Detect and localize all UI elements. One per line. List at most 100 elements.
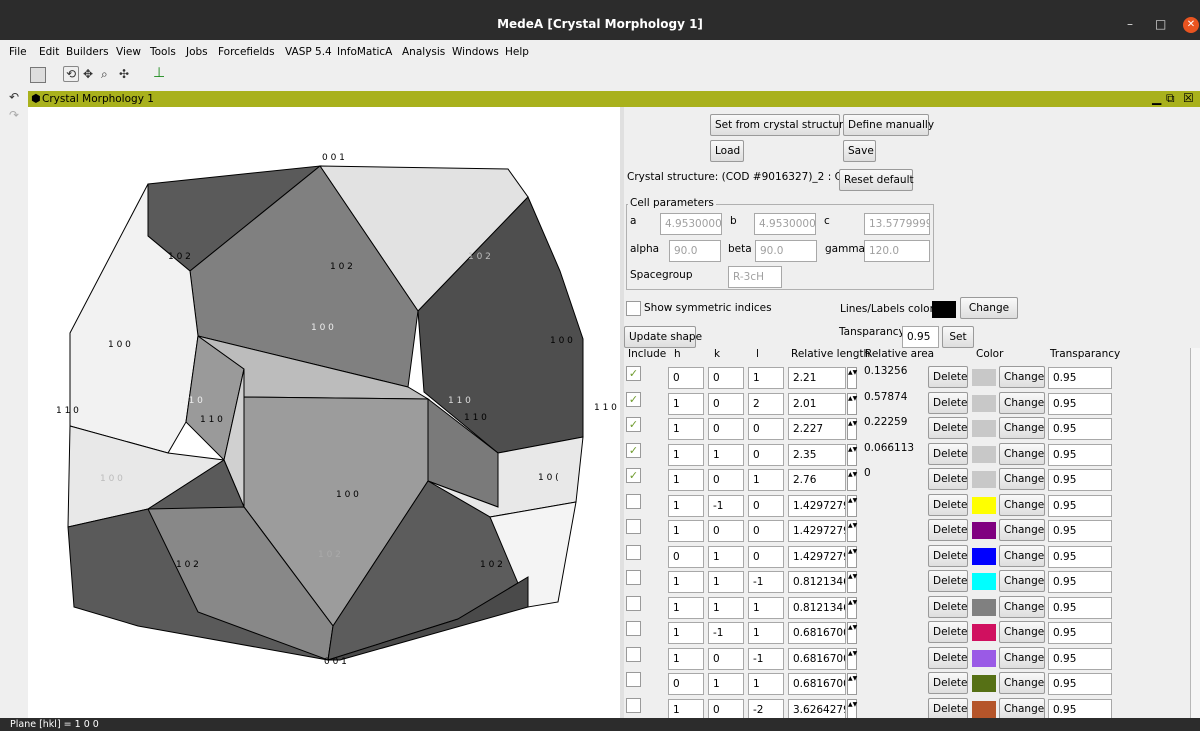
menu-edit[interactable]: Edit (39, 46, 59, 58)
l-field[interactable]: 0 (748, 495, 784, 517)
menu-vasp[interactable]: VASP 5.4 (285, 46, 332, 58)
l-field[interactable]: 2 (748, 393, 784, 415)
transparency-field[interactable]: 0.95 (1048, 469, 1112, 491)
transparency-field[interactable]: 0.95 (1048, 699, 1112, 718)
h-field[interactable]: 0 (668, 673, 704, 695)
include-checkbox[interactable] (626, 672, 641, 687)
k-field[interactable]: 0 (708, 699, 744, 718)
delete-button[interactable]: Delete (928, 672, 968, 694)
relative-length-field[interactable]: 0.81213462 (788, 571, 846, 593)
menu-view[interactable]: View (116, 46, 141, 58)
include-checkbox[interactable]: ✓ (626, 443, 641, 458)
length-spinner[interactable]: ▲▼ (847, 546, 857, 568)
doc-close-icon[interactable]: ☒ (1183, 91, 1194, 105)
k-field[interactable]: 1 (708, 571, 744, 593)
l-field[interactable]: 0 (748, 418, 784, 440)
relative-length-field[interactable]: 2.01 (788, 393, 846, 415)
delete-button[interactable]: Delete (928, 647, 968, 669)
relative-length-field[interactable]: 3.6264279 (788, 699, 846, 718)
menu-help[interactable]: Help (505, 46, 529, 58)
menu-tools[interactable]: Tools (150, 46, 176, 58)
length-spinner[interactable]: ▲▼ (847, 520, 857, 542)
relative-length-field[interactable]: 2.76 (788, 469, 846, 491)
l-field[interactable]: 0 (748, 444, 784, 466)
relative-length-field[interactable]: 2.227 (788, 418, 846, 440)
length-spinner[interactable]: ▲▼ (847, 469, 857, 491)
menu-builders[interactable]: Builders (66, 46, 109, 58)
rotate-icon[interactable]: ⟲ (63, 66, 79, 82)
color-change-button[interactable]: Change (999, 596, 1045, 618)
color-change-button[interactable]: Change (999, 698, 1045, 718)
close-button[interactable]: ✕ (1183, 17, 1199, 33)
menu-file[interactable]: File (9, 46, 27, 58)
k-field[interactable]: -1 (708, 622, 744, 644)
axes-icon[interactable]: ⊥ (153, 65, 165, 81)
l-field[interactable]: 1 (748, 622, 784, 644)
pan-icon[interactable]: ✣ (119, 67, 129, 81)
cell-a-field[interactable]: 4.953000000 (660, 213, 722, 235)
color-change-button[interactable]: Change (999, 366, 1045, 388)
menu-infomatica[interactable]: InfoMaticA (337, 46, 392, 58)
include-checkbox[interactable] (626, 647, 641, 662)
k-field[interactable]: 0 (708, 520, 744, 542)
color-change-button[interactable]: Change (999, 570, 1045, 592)
h-field[interactable]: 1 (668, 571, 704, 593)
include-checkbox[interactable] (626, 519, 641, 534)
k-field[interactable]: 0 (708, 418, 744, 440)
l-field[interactable]: 1 (748, 367, 784, 389)
menu-analysis[interactable]: Analysis (402, 46, 445, 58)
cell-b-field[interactable]: 4.953000000 (754, 213, 816, 235)
color-change-button[interactable]: Change (999, 417, 1045, 439)
spacegroup-field[interactable]: R-3cH (728, 266, 782, 288)
length-spinner[interactable]: ▲▼ (847, 444, 857, 466)
menu-forcefields[interactable]: Forcefields (218, 46, 275, 58)
transparency-field[interactable]: 0.95 (1048, 648, 1112, 670)
h-field[interactable]: 1 (668, 469, 704, 491)
relative-length-field[interactable]: 0.68167009 (788, 622, 846, 644)
delete-button[interactable]: Delete (928, 621, 968, 643)
table-scrollbar[interactable] (1190, 348, 1200, 718)
l-field[interactable]: -2 (748, 699, 784, 718)
color-change-button[interactable]: Change (999, 545, 1045, 567)
k-field[interactable]: 0 (708, 648, 744, 670)
h-field[interactable]: 1 (668, 444, 704, 466)
h-field[interactable]: 0 (668, 367, 704, 389)
relative-length-field[interactable]: 2.35 (788, 444, 846, 466)
show-symmetric-checkbox[interactable] (626, 301, 641, 316)
maximize-button[interactable]: □ (1155, 17, 1166, 31)
relative-length-field[interactable]: 0.81213462 (788, 597, 846, 619)
delete-button[interactable]: Delete (928, 570, 968, 592)
l-field[interactable]: 0 (748, 546, 784, 568)
relative-length-field[interactable]: 0.68167009 (788, 648, 846, 670)
include-checkbox[interactable] (626, 545, 641, 560)
delete-button[interactable]: Delete (928, 596, 968, 618)
k-field[interactable]: 1 (708, 673, 744, 695)
length-spinner[interactable]: ▲▼ (847, 597, 857, 619)
l-field[interactable]: 0 (748, 520, 784, 542)
include-checkbox[interactable]: ✓ (626, 417, 641, 432)
length-spinner[interactable]: ▲▼ (847, 495, 857, 517)
delete-button[interactable]: Delete (928, 468, 968, 490)
transparency-field[interactable]: 0.95 (1048, 367, 1112, 389)
color-change-button[interactable]: Change (999, 443, 1045, 465)
l-field[interactable]: 1 (748, 469, 784, 491)
k-field[interactable]: 0 (708, 469, 744, 491)
color-change-button[interactable]: Change (999, 494, 1045, 516)
transparency-field[interactable]: 0.95 (1048, 393, 1112, 415)
delete-button[interactable]: Delete (928, 443, 968, 465)
relative-length-field[interactable]: 1.4297279 (788, 520, 846, 542)
undo-icon[interactable]: ↶ (9, 90, 19, 104)
l-field[interactable]: -1 (748, 571, 784, 593)
length-spinner[interactable]: ▲▼ (847, 648, 857, 670)
move-icon[interactable]: ✥ (83, 67, 93, 81)
minimize-button[interactable]: – (1127, 17, 1133, 31)
l-field[interactable]: 1 (748, 673, 784, 695)
transparency-field[interactable]: 0.95 (1048, 597, 1112, 619)
h-field[interactable]: 1 (668, 418, 704, 440)
transparency-field[interactable]: 0.95 (1048, 495, 1112, 517)
menu-windows[interactable]: Windows (452, 46, 499, 58)
menu-jobs[interactable]: Jobs (186, 46, 208, 58)
include-checkbox[interactable] (626, 596, 641, 611)
k-field[interactable]: 0 (708, 367, 744, 389)
h-field[interactable]: 1 (668, 699, 704, 718)
